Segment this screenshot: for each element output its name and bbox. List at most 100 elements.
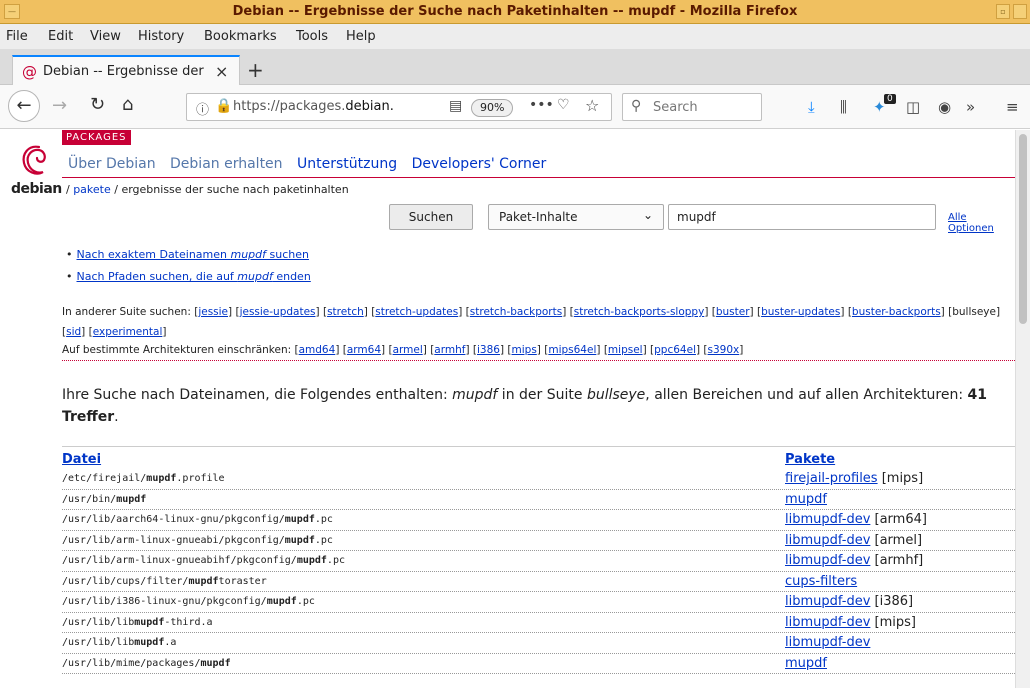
column-header-pakete[interactable]: Pakete (785, 452, 835, 467)
account-icon[interactable]: ◉ (938, 98, 951, 116)
arch-link-armhf[interactable]: armhf (434, 344, 465, 356)
arch-link-i386[interactable]: i386 (477, 344, 500, 356)
arch-link-mipsel[interactable]: mipsel (608, 344, 643, 356)
zoom-level-badge[interactable]: 90% (471, 99, 514, 117)
table-row: /usr/lib/libmupdf.a libmupdf-dev (62, 633, 1015, 654)
all-options-link[interactable]: Alle Optionen (948, 212, 1015, 234)
package-cell: firejail-profiles [mips] (785, 471, 923, 486)
packages-badge[interactable]: PACKAGES (62, 130, 131, 145)
breadcrumb: / pakete / ergebnisse der suche nach pak… (66, 183, 349, 196)
debian-logo-text[interactable]: debian (11, 181, 62, 197)
search-icon: ⚲ (631, 98, 642, 114)
package-link[interactable]: libmupdf-dev (785, 512, 870, 527)
arch-list: Auf bestimmte Architekturen einschränken… (62, 340, 1012, 360)
arch-link-ppc64el[interactable]: ppc64el (654, 344, 696, 356)
package-link[interactable]: mupdf (785, 656, 827, 671)
url-bar[interactable]: ⓘ 🔒 https://packages.debian. ▤ 90% ••• ♡… (186, 93, 612, 121)
file-path: /usr/lib/i386-linux-gnu/pkgconfig/mupdf.… (62, 596, 315, 607)
search-query-input[interactable]: mupdf (668, 204, 936, 230)
package-link[interactable]: cups-filters (785, 574, 857, 589)
nav-developers-corner[interactable]: Developers' Corner (412, 156, 547, 172)
lock-icon[interactable]: 🔒 (215, 98, 232, 114)
package-cell: libmupdf-dev [armhf] (785, 553, 923, 568)
menu-help[interactable]: Help (346, 29, 376, 44)
search-bar[interactable]: ⚲ Search (622, 93, 762, 121)
info-icon[interactable]: ⓘ (196, 99, 209, 118)
suite-item: [stretch-backports] (465, 306, 570, 318)
suite-item: [stretch-backports-sloppy] (569, 306, 712, 318)
menu-tools[interactable]: Tools (296, 29, 328, 44)
page-scrollbar[interactable] (1015, 130, 1030, 688)
hint-exact-filename-link[interactable]: Nach exaktem Dateinamen mupdf suchen (77, 248, 309, 261)
menu-view[interactable]: View (90, 29, 121, 44)
table-row: /usr/lib/cups/filter/mupdftoraster cups-f… (62, 572, 1015, 592)
arch-item: [mipsel] (603, 344, 651, 356)
pocket-icon[interactable]: ♡ (557, 97, 570, 113)
table-row: /usr/lib/libmupdf-third.a libmupdf-dev [m… (62, 613, 1015, 633)
arch-link-arm64[interactable]: arm64 (347, 344, 381, 356)
arch-link-s390x[interactable]: s390x (708, 344, 740, 356)
page-actions-icon[interactable]: ••• (529, 97, 554, 113)
suite-link-stretch-backports-sloppy[interactable]: stretch-backports-sloppy (574, 306, 705, 318)
library-icon[interactable]: ⫼ (840, 98, 847, 116)
package-link[interactable]: libmupdf-dev (785, 594, 870, 609)
suite-link-jessie[interactable]: jessie (198, 306, 228, 318)
window-maximize-button[interactable] (1013, 4, 1027, 19)
suite-link-stretch[interactable]: stretch (327, 306, 364, 318)
menu-history[interactable]: History (138, 29, 184, 44)
nav-unterstuetzung[interactable]: Unterstützung (297, 156, 397, 172)
arch-item: [mips64el] (544, 344, 604, 356)
debian-swirl-logo-icon[interactable] (20, 144, 50, 178)
menu-file[interactable]: File (6, 29, 28, 44)
package-link[interactable]: libmupdf-dev (785, 553, 870, 568)
menu-edit[interactable]: Edit (48, 29, 73, 44)
suite-link-buster-backports[interactable]: buster-backports (852, 306, 941, 318)
package-arch: [mips] (877, 471, 924, 486)
arch-link-amd64[interactable]: amd64 (299, 344, 336, 356)
column-header-datei[interactable]: Datei (62, 452, 101, 467)
suite-link-experimental[interactable]: experimental (93, 326, 163, 338)
package-link[interactable]: libmupdf-dev (785, 615, 870, 630)
arch-link-mips64el[interactable]: mips64el (548, 344, 596, 356)
menu-bookmarks[interactable]: Bookmarks (204, 29, 277, 44)
forward-button[interactable]: → (52, 95, 67, 116)
home-button[interactable]: ⌂ (122, 94, 133, 115)
suite-link-buster-updates[interactable]: buster-updates (761, 306, 840, 318)
reload-button[interactable]: ↻ (90, 94, 105, 115)
hint-path-ending-link[interactable]: Nach Pfaden suchen, die auf mupdf enden (77, 270, 311, 283)
scrollbar-thumb[interactable] (1019, 134, 1027, 324)
back-button[interactable]: ← (8, 90, 40, 122)
result-summary: Ihre Suche nach Dateinamen, die Folgende… (62, 387, 988, 425)
hamburger-menu-icon[interactable]: ≡ (1006, 98, 1019, 116)
suite-item: [stretch-updates] (371, 306, 466, 318)
arch-link-armel[interactable]: armel (393, 344, 423, 356)
suite-link-sid[interactable]: sid (66, 326, 81, 338)
suite-link-stretch-updates[interactable]: stretch-updates (375, 306, 458, 318)
downloads-icon[interactable]: ⤓ (808, 98, 815, 116)
arch-link-mips[interactable]: mips (512, 344, 537, 356)
bookmark-star-icon[interactable]: ☆ (585, 96, 599, 115)
suite-item: [sid] (62, 326, 89, 338)
hint-exact-filename: • Nach exaktem Dateinamen mupdf suchen (66, 248, 309, 261)
file-path: /usr/lib/arm-linux-gnueabi/pkgconfig/mup… (62, 534, 333, 546)
search-mode-select[interactable]: Paket-Inhalte ⌄ (488, 204, 664, 230)
package-link[interactable]: libmupdf-dev (785, 635, 870, 650)
nav-debian-erhalten[interactable]: Debian erhalten (170, 156, 283, 172)
suite-link-buster[interactable]: buster (716, 306, 750, 318)
package-link[interactable]: firejail-profiles (785, 471, 878, 486)
reader-view-icon[interactable]: ▤ (449, 98, 462, 114)
tab-close-icon[interactable]: × (215, 62, 228, 81)
window-minimize-button[interactable]: ▫ (996, 4, 1010, 19)
package-link[interactable]: libmupdf-dev (785, 533, 870, 548)
package-cell: libmupdf-dev [i386] (785, 594, 913, 609)
new-tab-button[interactable]: + (247, 58, 264, 82)
overflow-chevron-icon[interactable]: » (966, 98, 975, 116)
sidebar-icon[interactable]: ◫ (906, 98, 920, 116)
search-submit-button[interactable]: Suchen (389, 204, 473, 230)
tab-active[interactable]: @ Debian -- Ergebnisse der × (12, 55, 240, 85)
nav-ueber-debian[interactable]: Über Debian (68, 156, 156, 172)
suite-link-jessie-updates[interactable]: jessie-updates (240, 306, 316, 318)
breadcrumb-link-pakete[interactable]: pakete (73, 183, 111, 196)
package-link[interactable]: mupdf (785, 492, 827, 507)
suite-link-stretch-backports[interactable]: stretch-backports (470, 306, 562, 318)
